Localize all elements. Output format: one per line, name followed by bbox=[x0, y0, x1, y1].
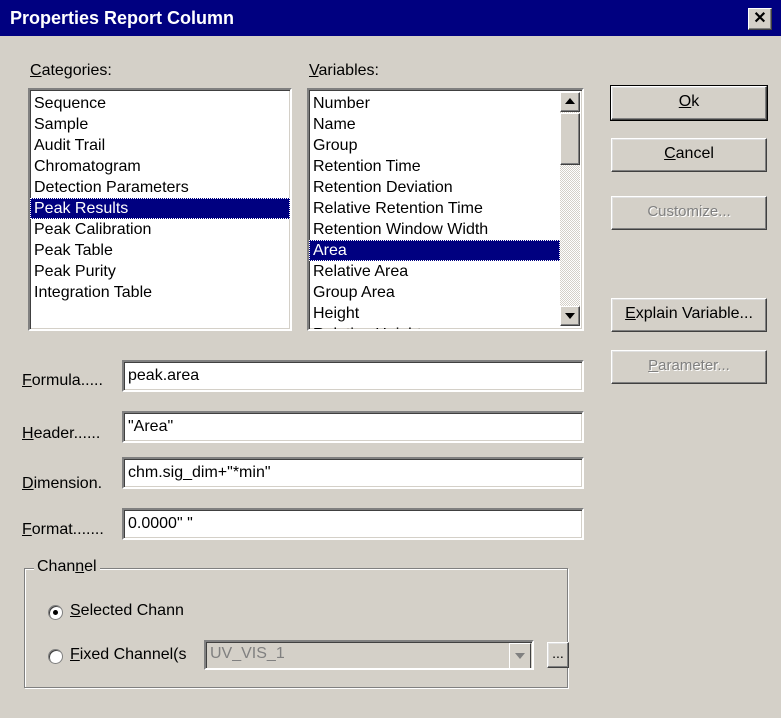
parameter-button[interactable]: Parameter... bbox=[611, 350, 767, 384]
category-item[interactable]: Peak Results bbox=[30, 198, 290, 219]
window-title: Properties Report Column bbox=[10, 8, 235, 28]
selected-channel-label[interactable]: Selected Chann bbox=[70, 602, 184, 620]
variable-item[interactable]: Retention Window Width bbox=[309, 219, 560, 240]
formula-label: Formula..... bbox=[22, 372, 103, 389]
variable-item[interactable]: Number bbox=[309, 93, 560, 114]
dimension-label: Dimension. bbox=[22, 475, 103, 492]
title-bar: Properties Report Column ✕ bbox=[0, 0, 781, 36]
channel-label-a: Chan bbox=[37, 558, 76, 575]
formula-label-rest: ormula..... bbox=[31, 372, 103, 389]
category-item[interactable]: Peak Purity bbox=[30, 261, 290, 282]
close-button[interactable]: ✕ bbox=[748, 8, 772, 30]
header-label: Header...... bbox=[22, 425, 101, 442]
fixed-channel-radio[interactable] bbox=[48, 649, 63, 664]
cancel-button[interactable]: Cancel bbox=[611, 138, 767, 172]
chevron-down-icon bbox=[515, 653, 525, 659]
channel-label-b: el bbox=[84, 558, 97, 575]
combo-dropdown-button[interactable] bbox=[509, 643, 531, 668]
customize-button[interactable]: Customize... bbox=[611, 196, 767, 230]
selected-channel-radio[interactable] bbox=[48, 605, 63, 620]
category-item[interactable]: Peak Table bbox=[30, 240, 290, 261]
cancel-label-rest: ancel bbox=[675, 145, 714, 162]
dimension-input[interactable]: chm.sig_dim+"*min" bbox=[122, 457, 584, 489]
format-label-rest: ormat....... bbox=[31, 521, 104, 538]
explain-variable-button[interactable]: Explain Variable... bbox=[611, 298, 767, 332]
categories-label-rest: ategories: bbox=[41, 62, 112, 79]
category-item[interactable]: Sequence bbox=[30, 93, 290, 114]
explain-label-rest: xplain Variable... bbox=[635, 305, 753, 322]
parameter-label-rest: arameter... bbox=[658, 357, 730, 374]
header-input[interactable]: "Area" bbox=[122, 411, 584, 443]
variable-item[interactable]: Relative Retention Time bbox=[309, 198, 560, 219]
channel-groupbox bbox=[24, 568, 568, 688]
variable-item[interactable]: Retention Deviation bbox=[309, 177, 560, 198]
fixed-channel-label[interactable]: Fixed Channel(s bbox=[70, 646, 187, 664]
category-item[interactable]: Sample bbox=[30, 114, 290, 135]
arrow-down-icon bbox=[565, 313, 575, 319]
scroll-thumb[interactable] bbox=[560, 113, 580, 165]
browse-channel-button[interactable]: ... bbox=[547, 642, 569, 668]
channel-group-label: Channel bbox=[34, 558, 100, 576]
variable-item[interactable]: Group bbox=[309, 135, 560, 156]
arrow-up-icon bbox=[565, 98, 575, 104]
variable-item[interactable]: Relative Height bbox=[309, 324, 560, 329]
category-item[interactable]: Audit Trail bbox=[30, 135, 290, 156]
variable-item[interactable]: Name bbox=[309, 114, 560, 135]
close-icon: ✕ bbox=[753, 10, 767, 27]
fixed-channel-value: UV_VIS_1 bbox=[210, 645, 285, 662]
format-label: Format....... bbox=[22, 521, 104, 538]
ok-label-rest: k bbox=[691, 93, 700, 110]
formula-input[interactable]: peak.area bbox=[122, 360, 584, 392]
fixed-channel-label-rest: ixed Channel(s bbox=[79, 646, 187, 663]
variable-item[interactable]: Retention Time bbox=[309, 156, 560, 177]
variables-label: Variables: bbox=[309, 62, 379, 79]
categories-label: Categories: bbox=[30, 62, 112, 79]
category-item[interactable]: Peak Calibration bbox=[30, 219, 290, 240]
header-label-rest: eader...... bbox=[33, 425, 101, 442]
ok-button[interactable]: Ok bbox=[610, 85, 768, 121]
variables-scrollbar[interactable] bbox=[560, 92, 580, 326]
variables-list[interactable]: Number Name Group Retention Time Retention D… bbox=[307, 88, 584, 331]
scroll-down-button[interactable] bbox=[560, 306, 580, 326]
selected-channel-label-rest: elected Chann bbox=[80, 602, 184, 619]
variable-item[interactable]: Relative Area bbox=[309, 261, 560, 282]
categories-list[interactable]: Sequence Sample Audit Trail Chromatogram Det… bbox=[28, 88, 292, 331]
variable-item[interactable]: Group Area bbox=[309, 282, 560, 303]
variable-item[interactable]: Height bbox=[309, 303, 560, 324]
radio-dot-icon bbox=[53, 610, 58, 615]
scroll-up-button[interactable] bbox=[560, 92, 580, 112]
variables-label-rest: ariables: bbox=[318, 62, 379, 79]
fixed-channel-combo[interactable]: UV_VIS_1 bbox=[204, 640, 534, 670]
category-item[interactable]: Integration Table bbox=[30, 282, 290, 303]
variable-item[interactable]: Area bbox=[309, 240, 560, 261]
category-item[interactable]: Chromatogram bbox=[30, 156, 290, 177]
dimension-label-rest: imension. bbox=[33, 475, 103, 492]
format-input[interactable]: 0.0000" " bbox=[122, 508, 584, 540]
category-item[interactable]: Detection Parameters bbox=[30, 177, 290, 198]
